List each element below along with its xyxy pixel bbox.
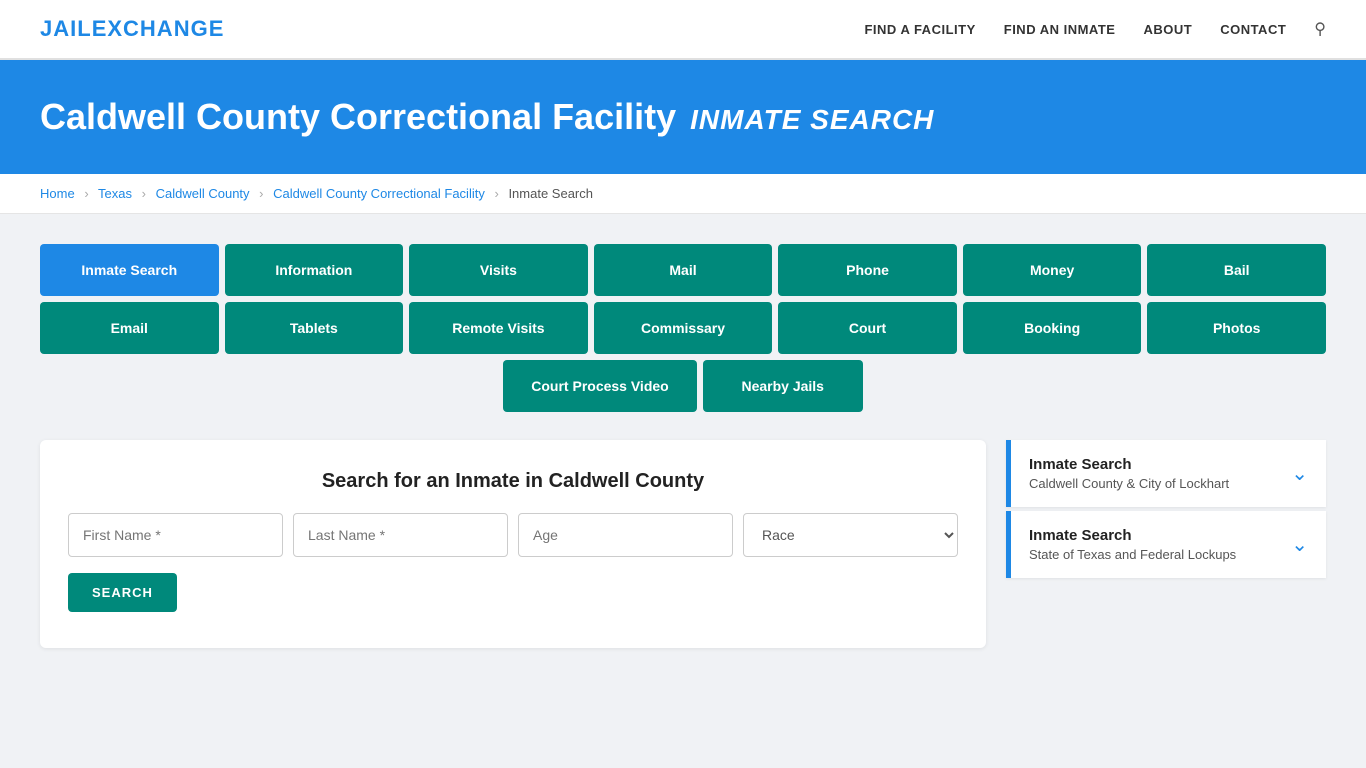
main-nav: FIND A FACILITY FIND AN INMATE ABOUT CON… xyxy=(864,19,1326,39)
bottom-section: Search for an Inmate in Caldwell County … xyxy=(40,440,1326,648)
search-form-title: Search for an Inmate in Caldwell County xyxy=(68,470,958,493)
breadcrumb-facility[interactable]: Caldwell County Correctional Facility xyxy=(273,186,485,201)
sidebar-item-texas-title: Inmate Search xyxy=(1029,527,1236,544)
breadcrumb-sep4: › xyxy=(494,186,498,201)
tab-booking[interactable]: Booking xyxy=(963,302,1142,354)
logo-part1: JAIL xyxy=(40,16,92,41)
tab-court-process-video[interactable]: Court Process Video xyxy=(503,360,696,412)
search-icon[interactable]: ⚲ xyxy=(1314,19,1326,39)
tab-bail[interactable]: Bail xyxy=(1147,244,1326,296)
tabs-row1: Inmate Search Information Visits Mail Ph… xyxy=(40,244,1326,296)
tabs-row2: Email Tablets Remote Visits Commissary C… xyxy=(40,302,1326,354)
tabs-row3: Court Process Video Nearby Jails xyxy=(40,360,1326,412)
breadcrumb-home[interactable]: Home xyxy=(40,186,75,201)
breadcrumb-sep2: › xyxy=(142,186,146,201)
tab-tablets[interactable]: Tablets xyxy=(225,302,404,354)
tab-phone[interactable]: Phone xyxy=(778,244,957,296)
hero-title-italic: INMATE SEARCH xyxy=(690,104,934,136)
search-button[interactable]: SEARCH xyxy=(68,573,177,612)
sidebar-item-caldwell-title: Inmate Search xyxy=(1029,456,1229,473)
first-name-input[interactable] xyxy=(68,513,283,557)
breadcrumb-sep1: › xyxy=(84,186,88,201)
site-header: JAILEXCHANGE FIND A FACILITY FIND AN INM… xyxy=(0,0,1366,60)
sidebar-item-caldwell[interactable]: Inmate Search Caldwell County & City of … xyxy=(1006,440,1326,507)
sidebar-item-texas-subtitle: State of Texas and Federal Lockups xyxy=(1029,547,1236,562)
tab-remote-visits[interactable]: Remote Visits xyxy=(409,302,588,354)
tab-inmate-search[interactable]: Inmate Search xyxy=(40,244,219,296)
sidebar-item-caldwell-subtitle: Caldwell County & City of Lockhart xyxy=(1029,476,1229,491)
site-logo[interactable]: JAILEXCHANGE xyxy=(40,16,224,42)
breadcrumb-caldwell-county[interactable]: Caldwell County xyxy=(156,186,250,201)
tab-mail[interactable]: Mail xyxy=(594,244,773,296)
form-row-inputs: Race White Black Hispanic Asian Other xyxy=(68,513,958,557)
breadcrumb: Home › Texas › Caldwell County › Caldwel… xyxy=(0,174,1366,214)
breadcrumb-sep3: › xyxy=(259,186,263,201)
main-content: Inmate Search Information Visits Mail Ph… xyxy=(0,214,1366,678)
tab-nearby-jails[interactable]: Nearby Jails xyxy=(703,360,863,412)
hero-title-main: Caldwell County Correctional Facility xyxy=(40,96,676,138)
tab-email[interactable]: Email xyxy=(40,302,219,354)
tab-money[interactable]: Money xyxy=(963,244,1142,296)
last-name-input[interactable] xyxy=(293,513,508,557)
tab-court[interactable]: Court xyxy=(778,302,957,354)
breadcrumb-current: Inmate Search xyxy=(508,186,593,201)
search-form-box: Search for an Inmate in Caldwell County … xyxy=(40,440,986,648)
tab-information[interactable]: Information xyxy=(225,244,404,296)
chevron-down-icon: ⌄ xyxy=(1291,461,1308,486)
tab-photos[interactable]: Photos xyxy=(1147,302,1326,354)
sidebar: Inmate Search Caldwell County & City of … xyxy=(1006,440,1326,582)
age-input[interactable] xyxy=(518,513,733,557)
chevron-down-icon-2: ⌄ xyxy=(1291,532,1308,557)
sidebar-item-texas[interactable]: Inmate Search State of Texas and Federal… xyxy=(1006,511,1326,578)
nav-contact[interactable]: CONTACT xyxy=(1220,22,1286,37)
breadcrumb-texas[interactable]: Texas xyxy=(98,186,132,201)
tab-visits[interactable]: Visits xyxy=(409,244,588,296)
nav-find-facility[interactable]: FIND A FACILITY xyxy=(864,22,975,37)
nav-find-inmate[interactable]: FIND AN INMATE xyxy=(1004,22,1116,37)
hero-banner: Caldwell County Correctional Facility IN… xyxy=(0,60,1366,174)
nav-about[interactable]: ABOUT xyxy=(1143,22,1192,37)
logo-part2: EXCHANGE xyxy=(92,16,225,41)
race-select[interactable]: Race White Black Hispanic Asian Other xyxy=(743,513,958,557)
tab-commissary[interactable]: Commissary xyxy=(594,302,773,354)
